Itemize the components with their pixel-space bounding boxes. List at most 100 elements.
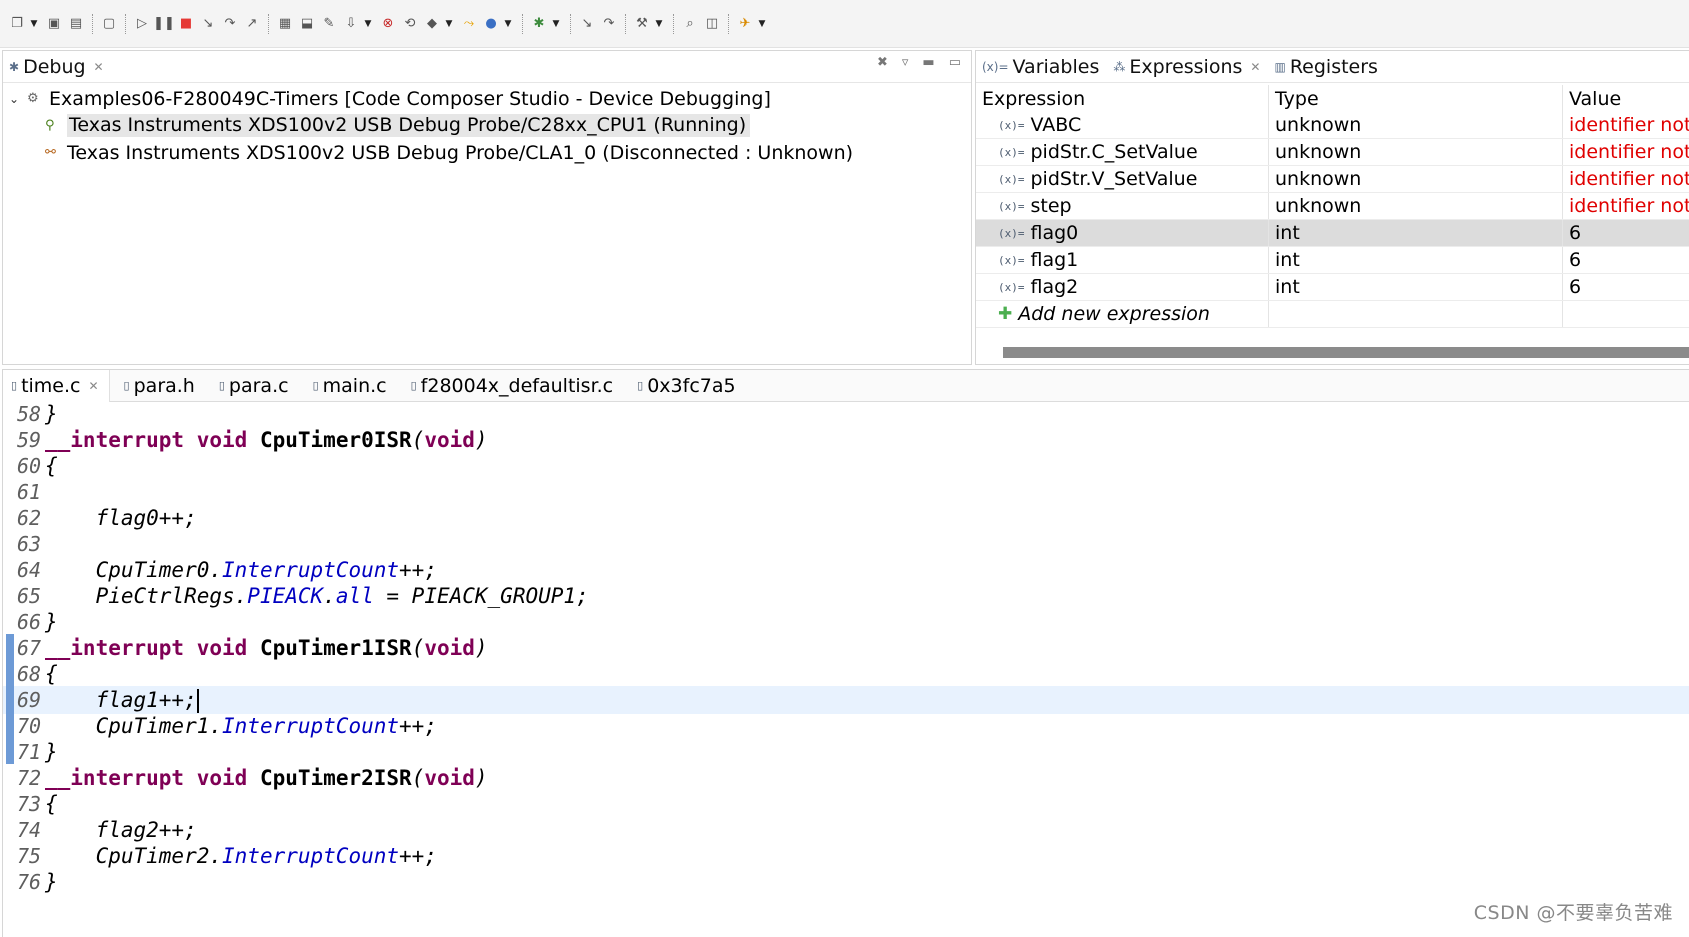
maximize-icon[interactable]: ▭ xyxy=(949,55,961,70)
code-line[interactable]: 75 CpuTimer2.InterruptCount++; xyxy=(3,842,1689,870)
table-row[interactable]: (x)= VABC unknownidentifier not found: VAB… xyxy=(976,112,1689,139)
code-line[interactable]: 65 PieCtrlRegs.PIEACK.all = PIEACK_GROUP… xyxy=(3,582,1689,610)
run-to-line-icon[interactable]: ⤳ xyxy=(459,14,479,34)
code-line[interactable]: 59 __interrupt void CpuTimer0ISR(void) xyxy=(3,426,1689,454)
editor-tab[interactable]: ▯ para.c xyxy=(211,370,299,402)
code-area[interactable]: 58} 59 __interrupt void CpuTimer0ISR(void)… xyxy=(3,402,1689,937)
dropdown-arrow-icon[interactable]: ▼ xyxy=(756,14,768,34)
breakpoint-icon[interactable]: ◆ xyxy=(422,14,442,34)
open-view-icon[interactable]: ◫ xyxy=(702,14,722,34)
tab-registers[interactable]: ▥ Registers xyxy=(1268,52,1385,82)
editor-tab[interactable]: ▯ 0x3fc7a5 xyxy=(629,370,745,402)
dropdown-arrow-icon[interactable]: ▼ xyxy=(362,14,374,34)
code-line[interactable]: 60{ xyxy=(3,452,1689,480)
code-line[interactable]: 67 __interrupt void CpuTimer1ISR(void) xyxy=(3,634,1689,662)
step-return-icon[interactable]: ↗ xyxy=(242,14,262,34)
debug-settings-icon[interactable]: ✱ xyxy=(529,14,549,34)
reset-cpu-icon[interactable]: ⊗ xyxy=(378,14,398,34)
dropdown-arrow-icon[interactable]: ▼ xyxy=(28,14,40,34)
add-expression-row[interactable]: ✚ Add new expression xyxy=(976,301,1689,328)
connect-target-icon[interactable]: ⬓ xyxy=(297,14,317,34)
tab-expressions[interactable]: ⁂ Expressions ✕ xyxy=(1107,52,1269,82)
asm-step-icon[interactable]: ↘ xyxy=(577,14,597,34)
dropdown-arrow-icon[interactable]: ▼ xyxy=(443,14,455,34)
toolbar-separator xyxy=(522,13,523,34)
column-header-expression[interactable]: Expression xyxy=(976,85,1269,112)
expression-value[interactable]: 6 xyxy=(1563,220,1689,246)
expression-value[interactable]: identifier not found: VABC xyxy=(1563,112,1689,138)
table-row[interactable]: (x)= flag0 int 6 xyxy=(976,220,1689,247)
wrench-link-icon[interactable]: ✎ xyxy=(319,14,339,34)
debug-target-cla1[interactable]: ⚯ Texas Instruments XDS100v2 USB Debug P… xyxy=(3,139,971,166)
code-line[interactable]: 69 flag1++; xyxy=(3,686,1689,714)
code-line[interactable]: 62 flag0++; xyxy=(3,504,1689,532)
save-all-icon[interactable]: ▤ xyxy=(66,14,86,34)
search-icon[interactable]: ⌕ xyxy=(680,14,700,34)
tab-debug[interactable]: ✱ Debug ✕ xyxy=(3,52,112,82)
restart-icon[interactable]: ⟲ xyxy=(400,14,420,34)
table-row[interactable]: (x)= flag2 int 6 xyxy=(976,274,1689,301)
debug-view-icon[interactable]: ▢ xyxy=(99,14,119,34)
close-icon[interactable]: ✕ xyxy=(94,60,104,74)
new-window-icon[interactable]: ❐ xyxy=(7,14,27,34)
table-row[interactable]: (x)= pidStr.C_SetValue unknown identifier n… xyxy=(976,139,1689,166)
editor-tab[interactable]: ▯ main.c xyxy=(305,370,397,402)
terminate-icon[interactable]: ■ xyxy=(176,14,196,34)
step-into-icon[interactable]: ↘ xyxy=(198,14,218,34)
code-line[interactable]: 73{ xyxy=(3,790,1689,818)
expression-name: step xyxy=(1030,195,1072,217)
code-line[interactable]: 63 xyxy=(3,530,1689,558)
code-line[interactable]: 76} xyxy=(3,868,1689,896)
close-icon[interactable]: ✕ xyxy=(88,379,98,393)
editor-tab[interactable]: ▯ time.c ✕ xyxy=(3,369,110,402)
line-number: 61 xyxy=(17,480,42,504)
save-icon[interactable]: ▣ xyxy=(44,14,64,34)
expression-value[interactable]: 6 xyxy=(1563,274,1689,300)
dropdown-arrow-icon[interactable]: ▼ xyxy=(502,14,514,34)
table-row[interactable]: (x)= flag1 int 6 xyxy=(976,247,1689,274)
debug-session-node[interactable]: ⌄ ⚙ Examples06-F280049C-Timers [Code Com… xyxy=(3,85,971,112)
debug-launch-icon[interactable]: ● xyxy=(481,14,501,34)
tab-variables[interactable]: (x)= Variables xyxy=(976,52,1107,82)
debug-target-cpu1[interactable]: ⚲ Texas Instruments XDS100v2 USB Debug P… xyxy=(3,112,971,139)
step-over-icon[interactable]: ↷ xyxy=(220,14,240,34)
suspend-icon[interactable]: ❚❚ xyxy=(153,14,175,34)
table-row[interactable]: (x)= pidStr.V_SetValue unknown identifier n… xyxy=(976,166,1689,193)
code-line[interactable]: 66} xyxy=(3,608,1689,636)
dropdown-arrow-icon[interactable]: ▼ xyxy=(550,14,562,34)
chevron-down-icon[interactable]: ⌄ xyxy=(9,92,23,106)
editor-tab[interactable]: ▯ f28004x_defaultisr.c xyxy=(403,370,624,402)
code-text: } xyxy=(45,740,58,764)
editor-tab[interactable]: ▯ para.h xyxy=(116,370,205,402)
watermark: CSDN @不要辜负苦难 xyxy=(1473,902,1673,924)
expression-value[interactable]: identifier not found: step xyxy=(1563,193,1689,219)
horizontal-scrollbar[interactable] xyxy=(1003,347,1689,358)
toolbar-separator xyxy=(625,13,626,34)
column-header-value[interactable]: Value xyxy=(1563,85,1689,112)
dropdown-arrow-icon[interactable]: ▼ xyxy=(653,14,665,34)
expression-value[interactable]: identifier not found: pidStr xyxy=(1563,139,1689,165)
view-menu-icon[interactable]: ▿ xyxy=(902,55,909,70)
remove-terminated-icon[interactable]: ✖ xyxy=(877,55,888,70)
load-program-icon[interactable]: ⇩ xyxy=(341,14,361,34)
code-line[interactable]: 70 CpuTimer1.InterruptCount++; xyxy=(3,712,1689,740)
code-line[interactable]: 74 flag2++; xyxy=(3,816,1689,844)
code-line[interactable]: 58} xyxy=(3,402,1689,428)
memory-grid-icon[interactable]: ▦ xyxy=(275,14,295,34)
code-line[interactable]: 68{ xyxy=(3,660,1689,688)
minimize-icon[interactable]: ▬ xyxy=(922,55,934,70)
close-icon[interactable]: ✕ xyxy=(1250,60,1260,74)
build-hammer-icon[interactable]: ⚒ xyxy=(632,14,652,34)
code-line[interactable]: 64 CpuTimer0.InterruptCount++; xyxy=(3,556,1689,584)
code-line[interactable]: 72 __interrupt void CpuTimer2ISR(void) xyxy=(3,764,1689,792)
code-line[interactable]: 71} xyxy=(3,738,1689,766)
resume-icon[interactable]: ▷ xyxy=(132,14,152,34)
expression-value[interactable]: 6 xyxy=(1563,247,1689,273)
expression-value[interactable]: identifier not found: pidStr xyxy=(1563,166,1689,192)
column-header-type[interactable]: Type xyxy=(1269,85,1563,112)
table-row[interactable]: (x)= step unknownidentifier not found: ste… xyxy=(976,193,1689,220)
launch-rocket-icon[interactable]: ✈ xyxy=(735,14,755,34)
code-text: __interrupt void CpuTimer2ISR(void) xyxy=(45,766,488,790)
code-line[interactable]: 61 xyxy=(3,478,1689,506)
asm-step-over-icon[interactable]: ↷ xyxy=(599,14,619,34)
